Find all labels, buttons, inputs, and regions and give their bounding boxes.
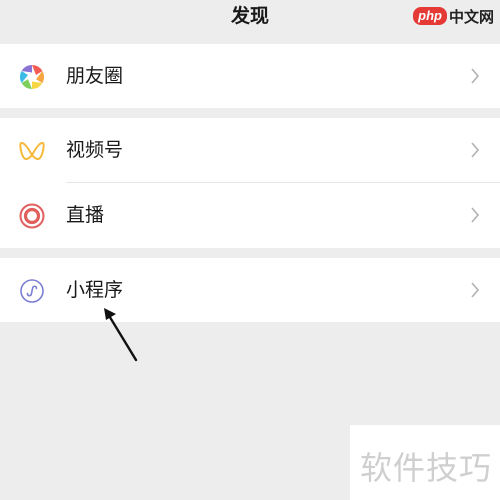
- menu-label-mini-programs: 小程序: [66, 279, 124, 301]
- watermark-logo-top: php 中文网: [413, 2, 494, 30]
- menu-item-mini-programs[interactable]: 小程序: [0, 258, 500, 322]
- watermark-bottom: 软件技巧: [350, 425, 500, 500]
- menu-label-moments: 朋友圈: [66, 65, 124, 87]
- chevron-right-icon: [471, 68, 480, 84]
- chevron-right-icon: [471, 207, 480, 223]
- channels-butterfly-icon: [19, 141, 45, 160]
- moments-aperture-icon: [19, 65, 45, 89]
- menu-item-live[interactable]: 直播: [0, 183, 500, 247]
- menu-group-mini-programs: 小程序: [0, 258, 500, 322]
- chevron-right-icon: [471, 142, 480, 158]
- menu-item-channels[interactable]: 视频号: [0, 118, 500, 183]
- annotation-arrow-icon: [104, 308, 138, 362]
- watermark-site-text: 中文网: [448, 7, 494, 26]
- menu-group-moments: 朋友圈: [0, 44, 500, 108]
- chevron-right-icon: [471, 282, 480, 298]
- live-ring-icon: [19, 203, 45, 229]
- menu-label-live: 直播: [66, 204, 105, 226]
- php-badge: php: [413, 7, 447, 25]
- menu-group-media: 视频号 直播: [0, 118, 500, 248]
- watermark-bottom-text: 软件技巧: [360, 449, 493, 487]
- menu-label-channels: 视频号: [66, 139, 124, 161]
- mini-program-icon: [20, 279, 44, 303]
- nav-bar: 发现 php 中文网: [0, 0, 500, 42]
- menu-item-moments[interactable]: 朋友圈: [0, 44, 500, 108]
